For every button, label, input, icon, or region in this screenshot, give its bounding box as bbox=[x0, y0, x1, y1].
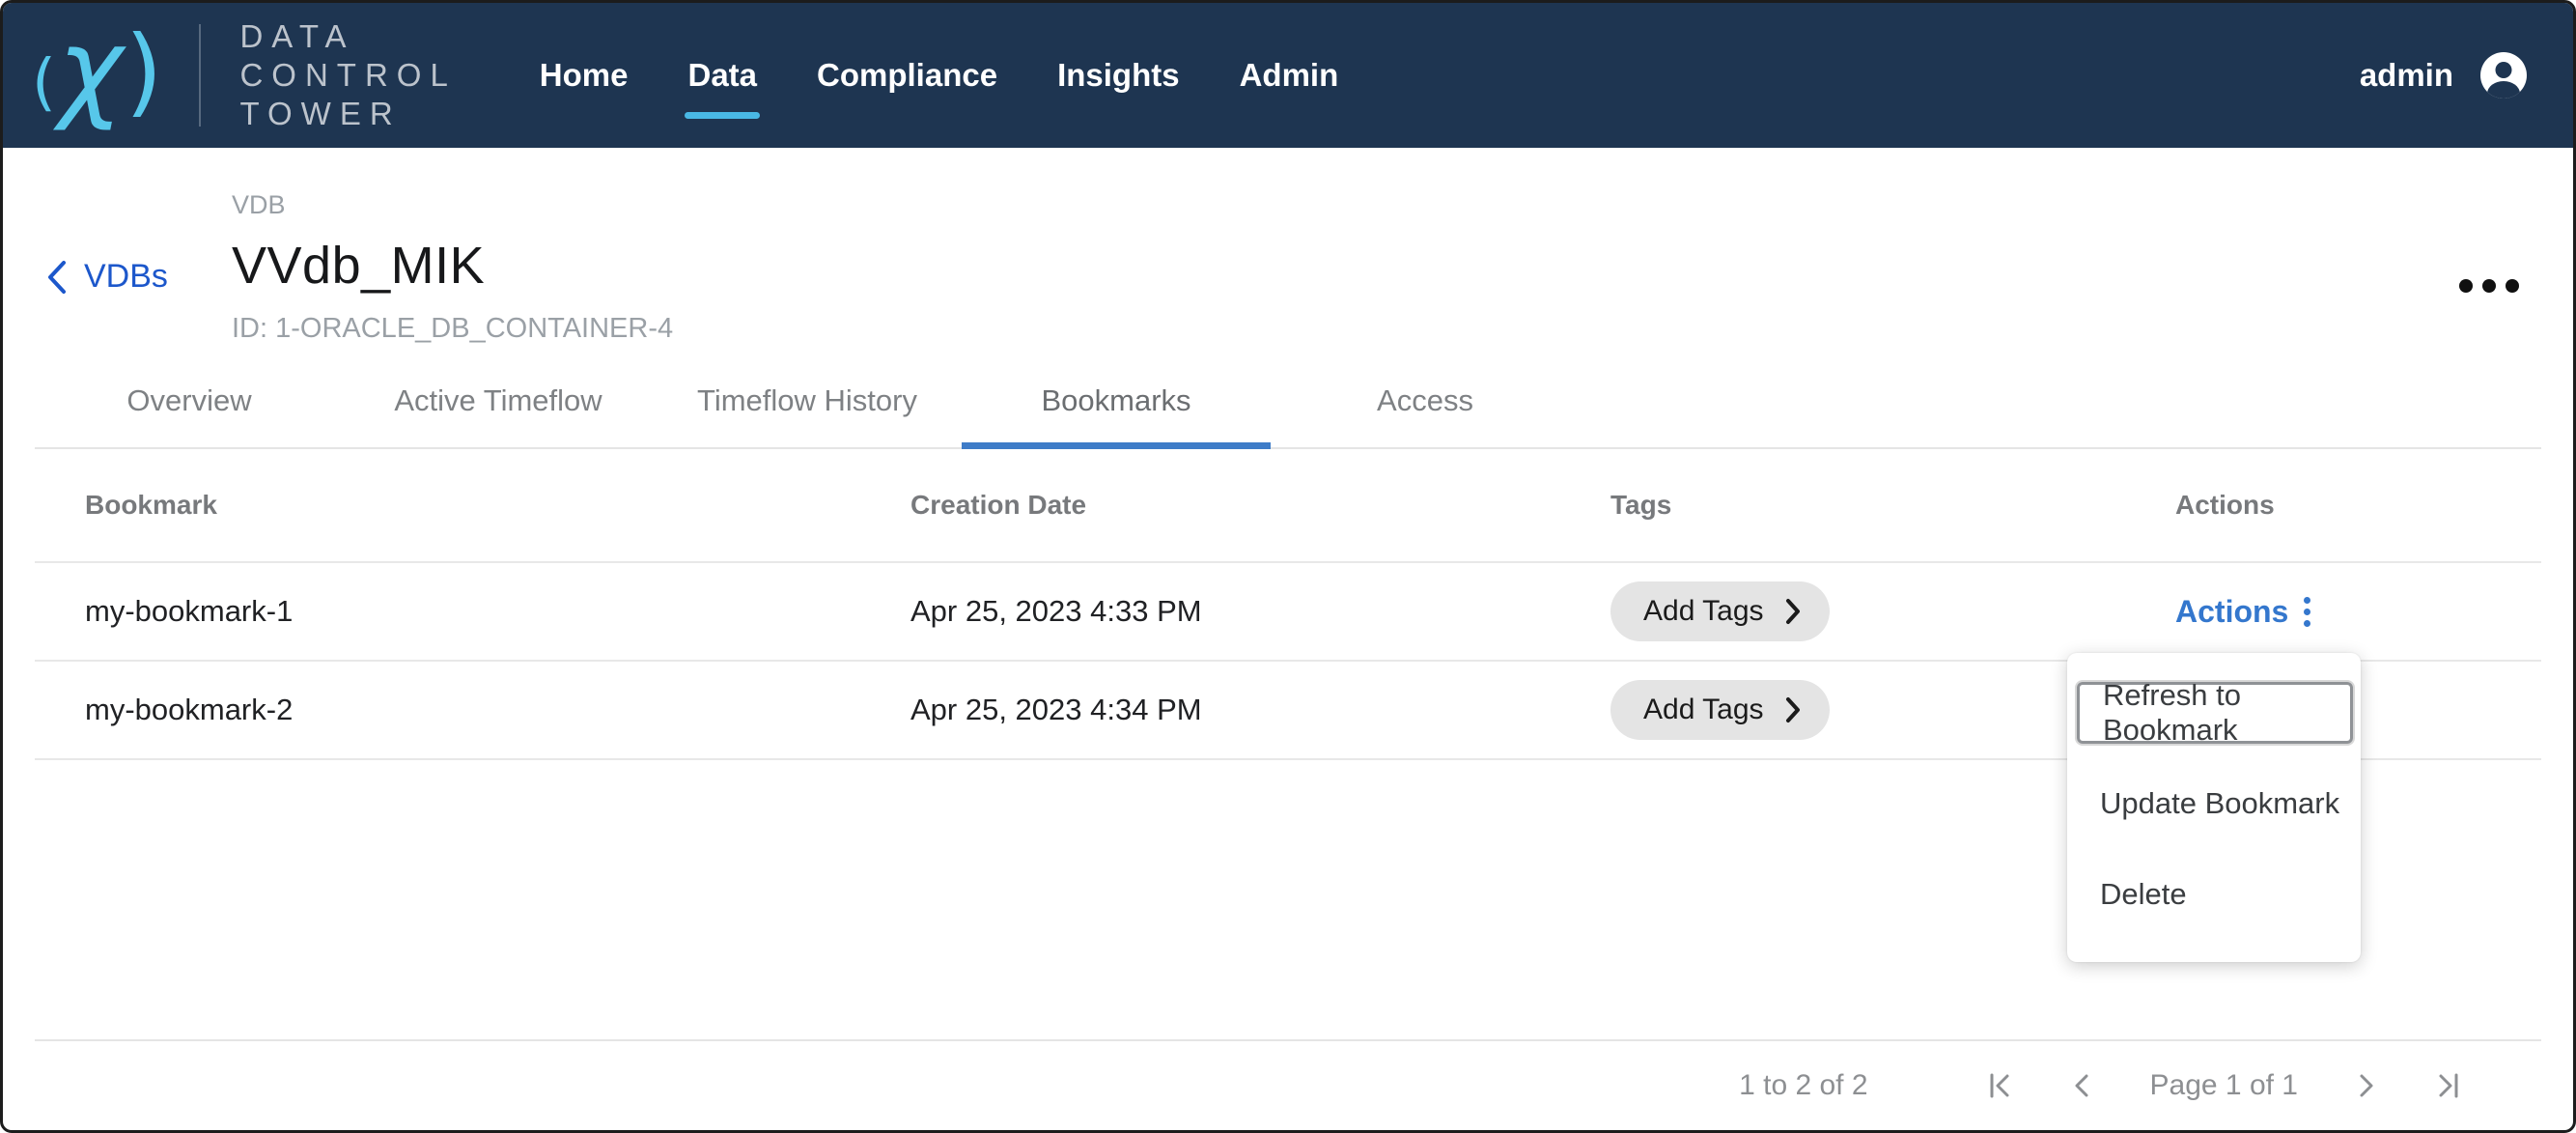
add-tags-label: Add Tags bbox=[1643, 694, 1764, 726]
bookmark-name-cell: my-bookmark-2 bbox=[85, 693, 910, 727]
entity-type-label: VDB bbox=[232, 190, 673, 220]
next-page-icon[interactable] bbox=[2350, 1070, 2381, 1101]
tab-timeflow-history[interactable]: Timeflow History bbox=[653, 368, 962, 447]
brand-line-control: CONTROL bbox=[239, 56, 456, 95]
logo-paren-right: ) bbox=[125, 23, 162, 120]
kebab-dot bbox=[2459, 279, 2473, 293]
pagination-controls: Page 1 of 1 bbox=[1984, 1069, 2464, 1102]
creation-date-cell: Apr 25, 2023 4:33 PM bbox=[910, 594, 1610, 629]
navbar-right: admin bbox=[2360, 52, 2573, 99]
tab-access[interactable]: Access bbox=[1271, 368, 1580, 447]
column-header-actions: Actions bbox=[2175, 490, 2541, 521]
nav-link-insights[interactable]: Insights bbox=[1057, 57, 1180, 94]
table-row: my-bookmark-1 Apr 25, 2023 4:33 PM Add T… bbox=[35, 563, 2541, 662]
nav-link-home[interactable]: Home bbox=[540, 57, 629, 94]
row-range-label: 1 to 2 of 2 bbox=[1739, 1069, 1867, 1102]
entity-heading: VDB VVdb_MIK ID: 1-ORACLE_DB_CONTAINER-4 bbox=[232, 183, 673, 345]
username-label: admin bbox=[2360, 57, 2453, 94]
column-header-bookmark: Bookmark bbox=[85, 490, 910, 521]
page-header: VDBs VDB VVdb_MIK ID: 1-ORACLE_DB_CONTAI… bbox=[3, 148, 2573, 345]
column-header-tags: Tags bbox=[1610, 490, 2175, 521]
logo-chi-glyph: χ bbox=[58, 14, 123, 125]
brand-wordmark: DATA CONTROL TOWER bbox=[239, 17, 456, 133]
last-page-icon[interactable] bbox=[2433, 1070, 2464, 1101]
logo-divider bbox=[199, 24, 201, 127]
kebab-dot bbox=[2482, 279, 2496, 293]
tab-bookmarks[interactable]: Bookmarks bbox=[962, 368, 1271, 447]
add-tags-label: Add Tags bbox=[1643, 595, 1764, 628]
entity-id-label: ID: 1-ORACLE_DB_CONTAINER-4 bbox=[232, 313, 673, 345]
row-actions-button[interactable]: Actions bbox=[2175, 594, 2310, 630]
actions-label: Actions bbox=[2175, 594, 2288, 630]
table-header-row: Bookmark Creation Date Tags Actions bbox=[35, 449, 2541, 563]
table-footer: 1 to 2 of 2 Page 1 of 1 bbox=[35, 1039, 2541, 1130]
menu-item-delete[interactable]: Delete bbox=[2067, 864, 2361, 925]
kebab-dot bbox=[2506, 279, 2519, 293]
delphix-logo-icon[interactable]: ( χ ) bbox=[32, 20, 162, 130]
brand-line-data: DATA bbox=[239, 17, 456, 56]
tab-overview[interactable]: Overview bbox=[35, 368, 344, 447]
back-to-vdbs-link[interactable]: VDBs bbox=[45, 258, 190, 296]
first-page-icon[interactable] bbox=[1984, 1070, 2015, 1101]
chevron-left-icon bbox=[45, 260, 67, 295]
nav-link-compliance[interactable]: Compliance bbox=[817, 57, 997, 94]
actions-dropdown-menu: Refresh to Bookmark Update Bookmark Dele… bbox=[2067, 653, 2361, 962]
creation-date-cell: Apr 25, 2023 4:34 PM bbox=[910, 693, 1610, 727]
header-overflow-menu-icon[interactable] bbox=[2459, 279, 2519, 293]
page-number-label: Page 1 of 1 bbox=[2150, 1069, 2298, 1102]
user-avatar-icon[interactable] bbox=[2480, 52, 2527, 99]
column-header-creation-date: Creation Date bbox=[910, 490, 1610, 521]
app-window: ( χ ) DATA CONTROL TOWER Home Data Compl… bbox=[0, 0, 2576, 1133]
kebab-vertical-icon bbox=[2304, 597, 2310, 627]
menu-item-refresh-to-bookmark[interactable]: Refresh to Bookmark bbox=[2077, 682, 2353, 744]
chevron-right-icon bbox=[1785, 598, 1801, 625]
tabs: Overview Active Timeflow Timeflow Histor… bbox=[35, 368, 2541, 447]
add-tags-button[interactable]: Add Tags bbox=[1610, 680, 1830, 740]
tab-active-timeflow[interactable]: Active Timeflow bbox=[344, 368, 653, 447]
brand-line-tower: TOWER bbox=[239, 95, 456, 133]
primary-nav: Home Data Compliance Insights Admin bbox=[540, 57, 1338, 94]
menu-item-update-bookmark[interactable]: Update Bookmark bbox=[2067, 773, 2361, 835]
logo-paren-left: ( bbox=[32, 52, 56, 114]
bookmark-name-cell: my-bookmark-1 bbox=[85, 594, 910, 629]
page-title: VVdb_MIK bbox=[232, 236, 673, 296]
tabs-bar: Overview Active Timeflow Timeflow Histor… bbox=[35, 368, 2541, 449]
top-navbar: ( χ ) DATA CONTROL TOWER Home Data Compl… bbox=[3, 3, 2573, 148]
add-tags-button[interactable]: Add Tags bbox=[1610, 581, 1830, 641]
back-link-label: VDBs bbox=[84, 258, 168, 296]
chevron-right-icon bbox=[1785, 696, 1801, 723]
prev-page-icon[interactable] bbox=[2067, 1070, 2098, 1101]
nav-link-data[interactable]: Data bbox=[687, 57, 757, 94]
nav-link-admin[interactable]: Admin bbox=[1240, 57, 1339, 94]
